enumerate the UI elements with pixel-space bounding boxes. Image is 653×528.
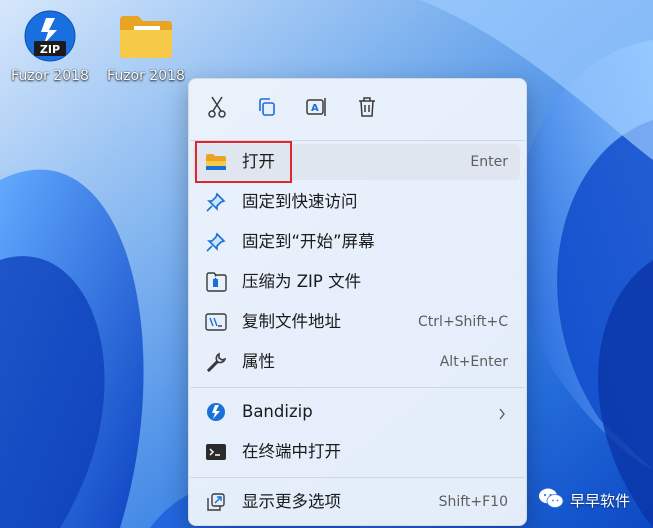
menu-item-shortcut: Enter (470, 154, 508, 170)
highlight-annotation (195, 141, 292, 183)
menu-item-pin-quick-access[interactable]: 固定到快速访问 (193, 184, 520, 220)
menu-item-copy-path[interactable]: 复制文件地址 Ctrl+Shift+C (193, 304, 520, 340)
wechat-icon (538, 487, 564, 513)
menu-item-open-terminal[interactable]: 在终端中打开 (193, 434, 520, 470)
watermark-text: 早早软件 (570, 491, 631, 510)
delete-button[interactable] (351, 95, 383, 123)
menu-item-label: 固定到快速访问 (242, 192, 358, 211)
pin-start-icon (205, 232, 227, 252)
menu-item-label: 显示更多选项 (242, 492, 341, 511)
delete-icon (358, 97, 376, 121)
menu-item-compress-zip[interactable]: 压缩为 ZIP 文件 (193, 264, 520, 300)
rename-icon: A (306, 97, 328, 121)
menu-item-bandizip[interactable]: Bandizip (193, 394, 520, 430)
bandizip-icon (205, 402, 227, 422)
zip-folder-icon (205, 272, 227, 292)
svg-text:ZIP: ZIP (40, 43, 60, 56)
svg-text:A: A (311, 103, 319, 114)
menu-item-label: 压缩为 ZIP 文件 (242, 272, 362, 291)
desktop-icon-folder[interactable]: Fuzor 2018 (103, 8, 189, 94)
desktop-icon-label: Fuzor 2018 (107, 68, 185, 84)
chevron-right-icon (498, 405, 506, 424)
wrench-icon (205, 352, 227, 372)
cut-icon (207, 96, 227, 122)
menu-item-properties[interactable]: 属性 Alt+Enter (193, 344, 520, 380)
copy-icon (257, 97, 277, 121)
watermark: 早早软件 (538, 488, 630, 512)
terminal-icon (205, 442, 227, 462)
menu-item-shortcut: Shift+F10 (438, 494, 508, 510)
more-options-icon (205, 492, 227, 512)
menu-item-label: Bandizip (242, 402, 313, 421)
desktop-icon-zip[interactable]: ZIP Fuzor 2018 (7, 8, 93, 94)
pin-icon (205, 192, 227, 212)
copy-path-icon (205, 312, 227, 332)
copy-button[interactable] (251, 95, 283, 123)
cut-button[interactable] (201, 95, 233, 123)
folder-icon (118, 8, 174, 64)
menu-item-label: 固定到“开始”屏幕 (242, 232, 375, 251)
menu-separator (190, 477, 525, 478)
context-menu-toolbar: A (189, 79, 526, 139)
menu-item-pin-start[interactable]: 固定到“开始”屏幕 (193, 224, 520, 260)
menu-item-shortcut: Ctrl+Shift+C (418, 314, 508, 330)
menu-item-label: 在终端中打开 (242, 442, 341, 461)
menu-item-label: 复制文件地址 (242, 312, 341, 331)
rename-button[interactable]: A (301, 95, 333, 123)
zip-archive-icon: ZIP (22, 8, 78, 64)
menu-item-shortcut: Alt+Enter (439, 354, 508, 370)
desktop-icon-label: Fuzor 2018 (11, 68, 89, 84)
menu-item-show-more-options[interactable]: 显示更多选项 Shift+F10 (193, 484, 520, 520)
menu-item-label: 属性 (242, 352, 275, 371)
menu-separator (190, 387, 525, 388)
